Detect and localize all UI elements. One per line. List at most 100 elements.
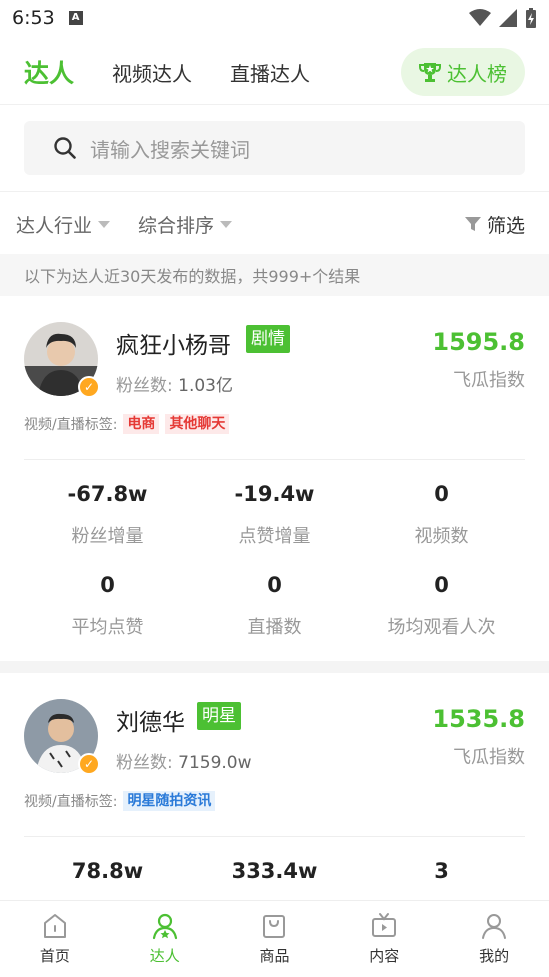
status-time: 6:53: [12, 7, 55, 29]
status-icons: [469, 8, 537, 28]
fans-label: 粉丝数:: [116, 376, 173, 396]
verified-badge-icon: ✓: [78, 376, 100, 398]
nav-mine[interactable]: 我的: [439, 901, 549, 977]
tv-icon: [372, 913, 397, 937]
score-label: 飞瓜指数: [453, 747, 525, 768]
stat-likes-increase: -19.4w 点赞增量: [191, 482, 358, 548]
stat-value: 333.4w: [231, 859, 318, 883]
avatar[interactable]: ✓: [24, 322, 100, 398]
influencer-icon: [152, 913, 177, 940]
fans-value: 7159.0w: [178, 753, 252, 773]
nav-content[interactable]: 内容: [329, 901, 439, 977]
screen-filter-label: 筛选: [486, 214, 525, 237]
tab-live-influencer[interactable]: 直播达人: [230, 58, 310, 87]
search-placeholder: 请输入搜索关键词: [90, 137, 250, 162]
caret-down-icon: [220, 220, 233, 228]
stat-live-count: 0 直播数: [191, 573, 358, 639]
signal-icon: [499, 9, 517, 27]
tag[interactable]: 电商: [123, 414, 160, 434]
stat-label: 粉丝增量: [71, 526, 144, 547]
stat-likes-increase: 333.4w: [191, 859, 358, 883]
fans-value: 1.03亿: [178, 376, 233, 396]
stat-video-count: 3: [358, 859, 525, 883]
user-icon: [482, 914, 507, 939]
tags-label: 视频/直播标签:: [24, 794, 118, 810]
feigua-score: 1595.8: [432, 328, 525, 356]
screen-filter-button[interactable]: 筛选: [464, 211, 525, 238]
top-tabs: 达人 视频达人 直播达人 达人榜: [0, 40, 549, 104]
notification-icon: A: [68, 11, 83, 25]
stat-label: 视频数: [414, 526, 469, 547]
search-input[interactable]: 请输入搜索关键词: [24, 121, 525, 175]
status-bar: 6:53 A: [0, 0, 549, 36]
battery-icon: [526, 8, 536, 28]
stat-label: 点赞增量: [238, 526, 311, 547]
divider: [0, 104, 549, 105]
tag-row: 视频/直播标签: 明星随拍资讯: [24, 791, 216, 811]
bottom-nav: 首页 达人 商品 内容 我的: [0, 900, 549, 977]
stat-avg-likes: 0 平均点赞: [24, 573, 191, 639]
stat-label: 场均观看人次: [387, 617, 496, 638]
influencer-card[interactable]: ✓ 疯狂小杨哥 剧情 粉丝数: 1.03亿 1595.8 飞瓜指数 视频/直播标…: [0, 296, 549, 661]
fans-count: 粉丝数: 7159.0w: [116, 748, 252, 773]
divider: [0, 191, 549, 192]
sort-filter-label: 综合排序: [138, 214, 215, 237]
nav-home-label: 首页: [39, 947, 70, 965]
stat-value: 0: [434, 573, 449, 597]
tab-video-influencer[interactable]: 视频达人: [112, 58, 192, 87]
category-badge: 剧情: [246, 325, 290, 353]
nav-influencer-label: 达人: [149, 947, 180, 965]
wifi-icon: [469, 9, 491, 26]
industry-filter[interactable]: 达人行业: [16, 211, 111, 238]
nav-content-label: 内容: [369, 947, 400, 965]
influencer-name: 刘德华: [116, 710, 185, 736]
category-badge: 明星: [197, 702, 241, 730]
card-gap: [0, 661, 549, 673]
tab-influencer[interactable]: 达人: [24, 54, 74, 90]
rank-button[interactable]: 达人榜: [401, 48, 525, 96]
caret-down-icon: [98, 220, 111, 228]
nav-influencer[interactable]: 达人: [110, 901, 220, 977]
industry-filter-label: 达人行业: [16, 214, 93, 237]
stat-fans-increase: 78.8w: [24, 859, 191, 883]
tag[interactable]: 其他聊天: [165, 414, 230, 434]
nav-mine-label: 我的: [479, 947, 510, 965]
influencer-name: 疯狂小杨哥: [116, 333, 231, 359]
divider: [24, 459, 525, 460]
stat-value: 0: [434, 482, 449, 506]
rank-button-label: 达人榜: [447, 61, 507, 86]
stat-label: 直播数: [247, 617, 302, 638]
stat-value: 0: [100, 573, 115, 597]
sort-filter[interactable]: 综合排序: [138, 211, 233, 238]
nav-product[interactable]: 商品: [220, 901, 330, 977]
stat-video-count: 0 视频数: [358, 482, 525, 548]
stat-value: 0: [267, 573, 282, 597]
divider: [24, 836, 525, 837]
tag[interactable]: 明星随拍资讯: [123, 791, 216, 811]
funnel-icon: [464, 217, 481, 231]
stat-value: 3: [434, 859, 449, 883]
trophy-icon: [419, 63, 441, 82]
fans-count: 粉丝数: 1.03亿: [116, 371, 233, 396]
search-icon: [54, 137, 76, 159]
stat-fans-increase: -67.8w 粉丝增量: [24, 482, 191, 548]
bag-icon: [263, 915, 286, 938]
stat-value: -67.8w: [67, 482, 148, 506]
avatar[interactable]: ✓: [24, 699, 100, 775]
feigua-score: 1535.8: [432, 705, 525, 733]
filter-row: 达人行业 综合排序 筛选: [0, 198, 549, 250]
verified-badge-icon: ✓: [78, 753, 100, 775]
influencer-card[interactable]: ✓ 刘德华 明星 粉丝数: 7159.0w 1535.8 飞瓜指数 视频/直播标…: [0, 673, 549, 900]
home-icon: [43, 914, 66, 938]
stat-label: 平均点赞: [71, 617, 144, 638]
nav-home[interactable]: 首页: [0, 901, 110, 977]
stat-value: -19.4w: [234, 482, 315, 506]
fans-label: 粉丝数:: [116, 753, 173, 773]
result-notice: 以下为达人近30天发布的数据，共999+个结果: [0, 254, 549, 296]
stat-avg-viewers: 0 场均观看人次: [358, 573, 525, 639]
stat-value: 78.8w: [71, 859, 144, 883]
score-label: 飞瓜指数: [453, 370, 525, 391]
tag-row: 视频/直播标签: 电商 其他聊天: [24, 414, 230, 434]
tags-label: 视频/直播标签:: [24, 417, 118, 433]
nav-product-label: 商品: [259, 947, 290, 965]
